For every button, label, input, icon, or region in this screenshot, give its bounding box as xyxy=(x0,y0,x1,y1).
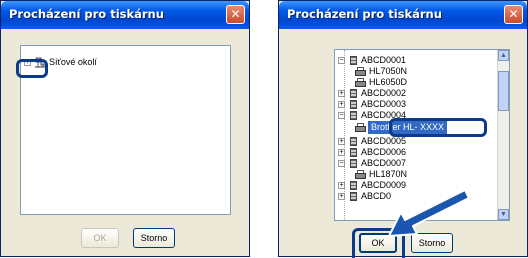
server-icon xyxy=(350,181,357,190)
expand-plus-icon[interactable]: + xyxy=(338,138,345,145)
printer-icon xyxy=(355,67,366,76)
highlight-callout xyxy=(16,59,48,78)
server-icon xyxy=(350,56,357,65)
expand-plus-icon[interactable]: + xyxy=(338,149,345,156)
server-icon xyxy=(350,159,357,168)
scroll-down-icon[interactable]: ▼ xyxy=(498,209,509,220)
ok-button[interactable]: OK xyxy=(81,228,119,248)
server-icon xyxy=(350,137,357,146)
pointer-arrow-icon xyxy=(388,189,470,237)
collapse-minus-icon[interactable]: − xyxy=(338,57,345,64)
expand-plus-icon[interactable]: + xyxy=(338,193,345,200)
expand-plus-icon[interactable]: + xyxy=(338,90,345,97)
tree-item-label: HL7050N xyxy=(369,66,408,76)
close-button[interactable]: ✕ xyxy=(504,5,523,24)
server-icon xyxy=(350,148,357,157)
server-icon xyxy=(350,100,357,109)
vertical-scrollbar[interactable]: ▲ ▼ xyxy=(497,50,509,220)
title-bar: Procházení pro tiskárnu ✕ xyxy=(1,1,249,29)
printer-icon xyxy=(355,78,366,87)
collapse-minus-icon[interactable]: − xyxy=(338,160,345,167)
printer-icon xyxy=(355,123,366,132)
tree-item-label: ABCD0006 xyxy=(361,147,407,157)
tree-item-label: ABCD0002 xyxy=(361,88,407,98)
tree-item-label: Síťové okolí xyxy=(49,57,97,67)
scroll-up-icon[interactable]: ▲ xyxy=(498,50,509,61)
collapse-minus-icon[interactable]: − xyxy=(338,112,345,119)
dialog-title: Procházení pro tiskárnu xyxy=(9,7,164,21)
highlight-callout xyxy=(389,118,487,137)
dialog-title: Procházení pro tiskárnu xyxy=(287,7,442,21)
scroll-thumb[interactable] xyxy=(498,71,509,111)
title-bar: Procházení pro tiskárnu ✕ xyxy=(279,1,527,29)
printer-tree[interactable]: + Síťové okolí xyxy=(20,45,231,215)
cancel-button[interactable]: Storno xyxy=(133,228,175,248)
tree-item-label: ABCD0005 xyxy=(361,136,407,146)
expand-plus-icon[interactable]: + xyxy=(338,101,345,108)
tree-item-label: HL1870N xyxy=(369,169,408,179)
browse-printer-dialog-left: Procházení pro tiskárnu ✕ + Síťové okolí… xyxy=(0,0,250,257)
server-icon xyxy=(350,111,357,120)
server-icon xyxy=(350,89,357,98)
tree-item-label: HL6050D xyxy=(369,77,408,87)
server-icon xyxy=(350,192,357,201)
tree-item-label: ABCD0001 xyxy=(361,55,407,65)
expand-plus-icon[interactable]: + xyxy=(338,182,345,189)
tree-item-label: ABCD0003 xyxy=(361,99,407,109)
tree-item-label: ABCD0007 xyxy=(361,158,407,168)
close-button[interactable]: ✕ xyxy=(226,5,245,24)
browse-printer-dialog-right: Procházení pro tiskárnu ✕ − ABCD0001 HL7… xyxy=(278,0,528,258)
printer-icon xyxy=(355,170,366,179)
